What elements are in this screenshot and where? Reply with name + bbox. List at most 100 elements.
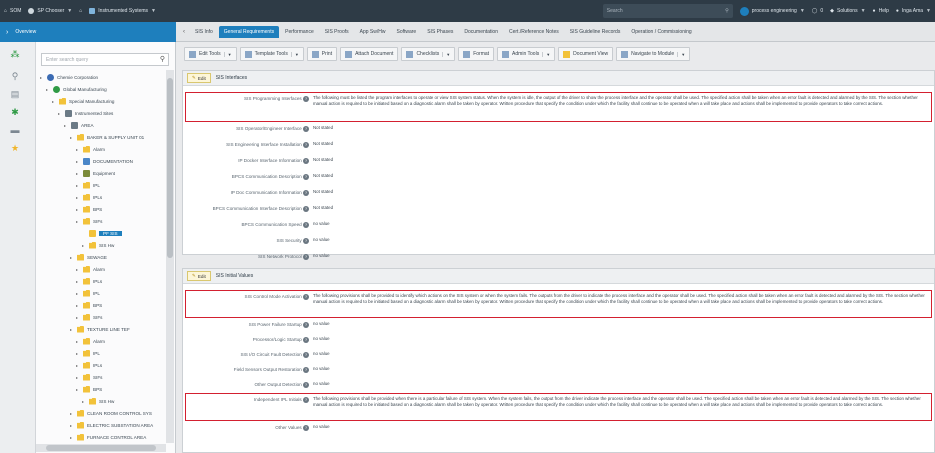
tab-item[interactable]: Cert./Reference Notes [504,26,564,38]
help-icon[interactable]: ? [303,253,309,260]
document-icon[interactable]: ▤ [9,88,21,100]
expand-arrow-icon[interactable]: ▸ [76,147,80,152]
toolbar-button[interactable]: Admin Tools ▼ [497,47,556,61]
expand-arrow-icon[interactable]: ▸ [76,171,80,176]
tree-node[interactable]: ▸ SIS Hw [82,396,114,406]
tree-node[interactable]: ▸ BPS [76,384,102,394]
tree-node[interactable]: ▸ DOCUMENTATION [76,156,133,166]
expand-arrow-icon[interactable]: ▸ [76,387,80,392]
help-icon[interactable]: ? [303,366,309,373]
user-role-menu[interactable]: process engineering ▼ [739,6,805,16]
solutions-menu[interactable]: ◆ Solutions ▼ [830,8,865,14]
tree-node[interactable]: ▸ Chemie Corporation [40,72,98,82]
tree-node[interactable]: ▸ IPL [76,348,100,358]
expand-arrow-icon[interactable]: ▸ [64,123,68,128]
notifications-button[interactable]: ◯ 0 [812,8,823,14]
user-menu[interactable]: ● Inga Ama ▼ [896,8,931,14]
tab-item[interactable]: SIS Phases [422,26,458,38]
toolbar-button[interactable]: Document View [558,47,614,61]
tree-node[interactable]: ▸ FURNACE CONTROL AREA [70,432,146,442]
tree-node[interactable]: ▸ IPL [76,180,100,190]
tab-item[interactable]: SIS Info [190,26,218,38]
tree-node[interactable]: ▸ IPLs [76,276,102,286]
expand-arrow-icon[interactable]: ▸ [76,207,80,212]
tab-item[interactable]: App Sw/Hw [355,26,391,38]
help-icon[interactable]: ? [303,173,309,180]
help-icon[interactable]: ? [303,141,309,148]
expand-arrow-icon[interactable]: ▸ [70,135,74,140]
help-icon[interactable]: ? [303,424,309,431]
expand-arrow-icon[interactable]: ▸ [76,315,80,320]
tree-node[interactable]: ▸ BAKER & SUPPLY UNIT 01 [70,132,144,142]
tab-item[interactable]: Operation / Commissioning [626,26,696,38]
expand-arrow-icon[interactable]: ▸ [76,303,80,308]
chevron-down-icon[interactable]: ▼ [442,51,450,57]
expand-arrow-icon[interactable]: ▸ [70,411,74,416]
tree-node[interactable]: ▸ SEWAGE [70,252,107,262]
search-icon[interactable]: ⚲ [9,70,21,82]
tab-item[interactable]: SIS Guideline Records [565,26,626,38]
link-icon[interactable]: ▬ [9,124,21,136]
help-icon[interactable]: ? [303,381,309,388]
help-icon[interactable]: ? [303,95,309,102]
tree-node[interactable]: ▸ CLEAN ROOM CONTROL SYS [70,408,152,418]
toolbar-button[interactable]: Navigate to Module ▼ [616,47,691,61]
tree-node[interactable]: ▸ Instrumented Sites [58,108,113,118]
help-button[interactable]: ● Help [873,8,889,14]
expand-arrow-icon[interactable]: ▸ [46,87,50,92]
expand-arrow-icon[interactable]: ▸ [76,183,80,188]
breadcrumb-label[interactable]: Overview [15,29,36,35]
tree-node[interactable]: ▸ IPLs [76,192,102,202]
tree-node[interactable]: ▸ SIFs [76,312,102,322]
tree-node[interactable]: ▸ SIFs [76,216,102,226]
tree-node[interactable]: ▸ SIFs [76,372,102,382]
expand-arrow-icon[interactable]: ▸ [76,279,80,284]
expand-arrow-icon[interactable]: ▸ [70,327,74,332]
tab-scroll-left-icon[interactable]: ‹ [179,29,189,35]
expand-arrow-icon[interactable]: ▸ [58,111,62,116]
toolbar-button[interactable]: Edit Tools ▼ [184,47,237,61]
help-icon[interactable]: ? [303,293,309,300]
tab-item[interactable]: SIS Proofs [320,26,354,38]
tree-node[interactable]: ▸ AREA [64,120,94,130]
expand-arrow-icon[interactable]: ▸ [82,399,86,404]
edit-button[interactable]: ✎ Edit [187,73,211,83]
expand-arrow-icon[interactable]: ▸ [76,267,80,272]
top-item-som[interactable]: ⌂ SOM [4,8,21,14]
tree-node[interactable]: ▸ Alarm [76,336,105,346]
tree-node[interactable]: ▸ IPL [76,288,100,298]
tree-node[interactable]: ▸ BPS [76,204,102,214]
expand-arrow-icon[interactable]: ▸ [70,435,74,440]
help-icon[interactable]: ? [303,396,309,403]
toolbar-button[interactable]: Attach Document [340,47,399,61]
expand-arrow-icon[interactable]: ▸ [76,351,80,356]
chevron-down-icon[interactable]: ▼ [290,51,299,57]
star-icon[interactable]: ★ [9,142,21,154]
expand-arrow-icon[interactable]: ▸ [70,255,74,260]
toolbar-button[interactable]: Checklists ▼ [401,47,456,61]
tree-node[interactable]: ▸ SIS Hw [82,240,114,250]
expand-arrow-icon[interactable]: ▸ [40,75,44,80]
tree-vertical-scrollbar[interactable] [166,70,174,443]
expand-icon[interactable]: › [6,29,8,36]
toolbar-button[interactable]: Format [458,47,495,61]
expand-arrow-icon[interactable]: ▸ [76,291,80,296]
tree-node[interactable]: ▸ Global Manufacturing [46,84,107,94]
tree-node[interactable]: ▸ TEXTURE LINE TEF [70,324,130,334]
tree-node[interactable]: ▸ Alarm [76,144,105,154]
help-icon[interactable]: ? [303,321,309,328]
expand-arrow-icon[interactable]: ▸ [70,423,74,428]
settings-icon[interactable]: ✱ [9,106,21,118]
expand-arrow-icon[interactable]: ▸ [76,363,80,368]
expand-arrow-icon[interactable]: ▸ [76,375,80,380]
toolbar-button[interactable]: Print [306,47,338,61]
help-icon[interactable]: ? [303,351,309,358]
help-icon[interactable]: ? [303,125,309,132]
tree-node[interactable]: ▸ Equipment [76,168,115,178]
tree-node[interactable]: PF SIS [82,228,122,238]
top-item-instrumented-systems[interactable]: Instrumented Systems ▼ [89,8,156,14]
help-icon[interactable]: ? [303,237,309,244]
expand-arrow-icon[interactable]: ▸ [76,159,80,164]
help-icon[interactable]: ? [303,205,309,212]
global-search-input[interactable]: Search ⚲ [602,4,733,18]
